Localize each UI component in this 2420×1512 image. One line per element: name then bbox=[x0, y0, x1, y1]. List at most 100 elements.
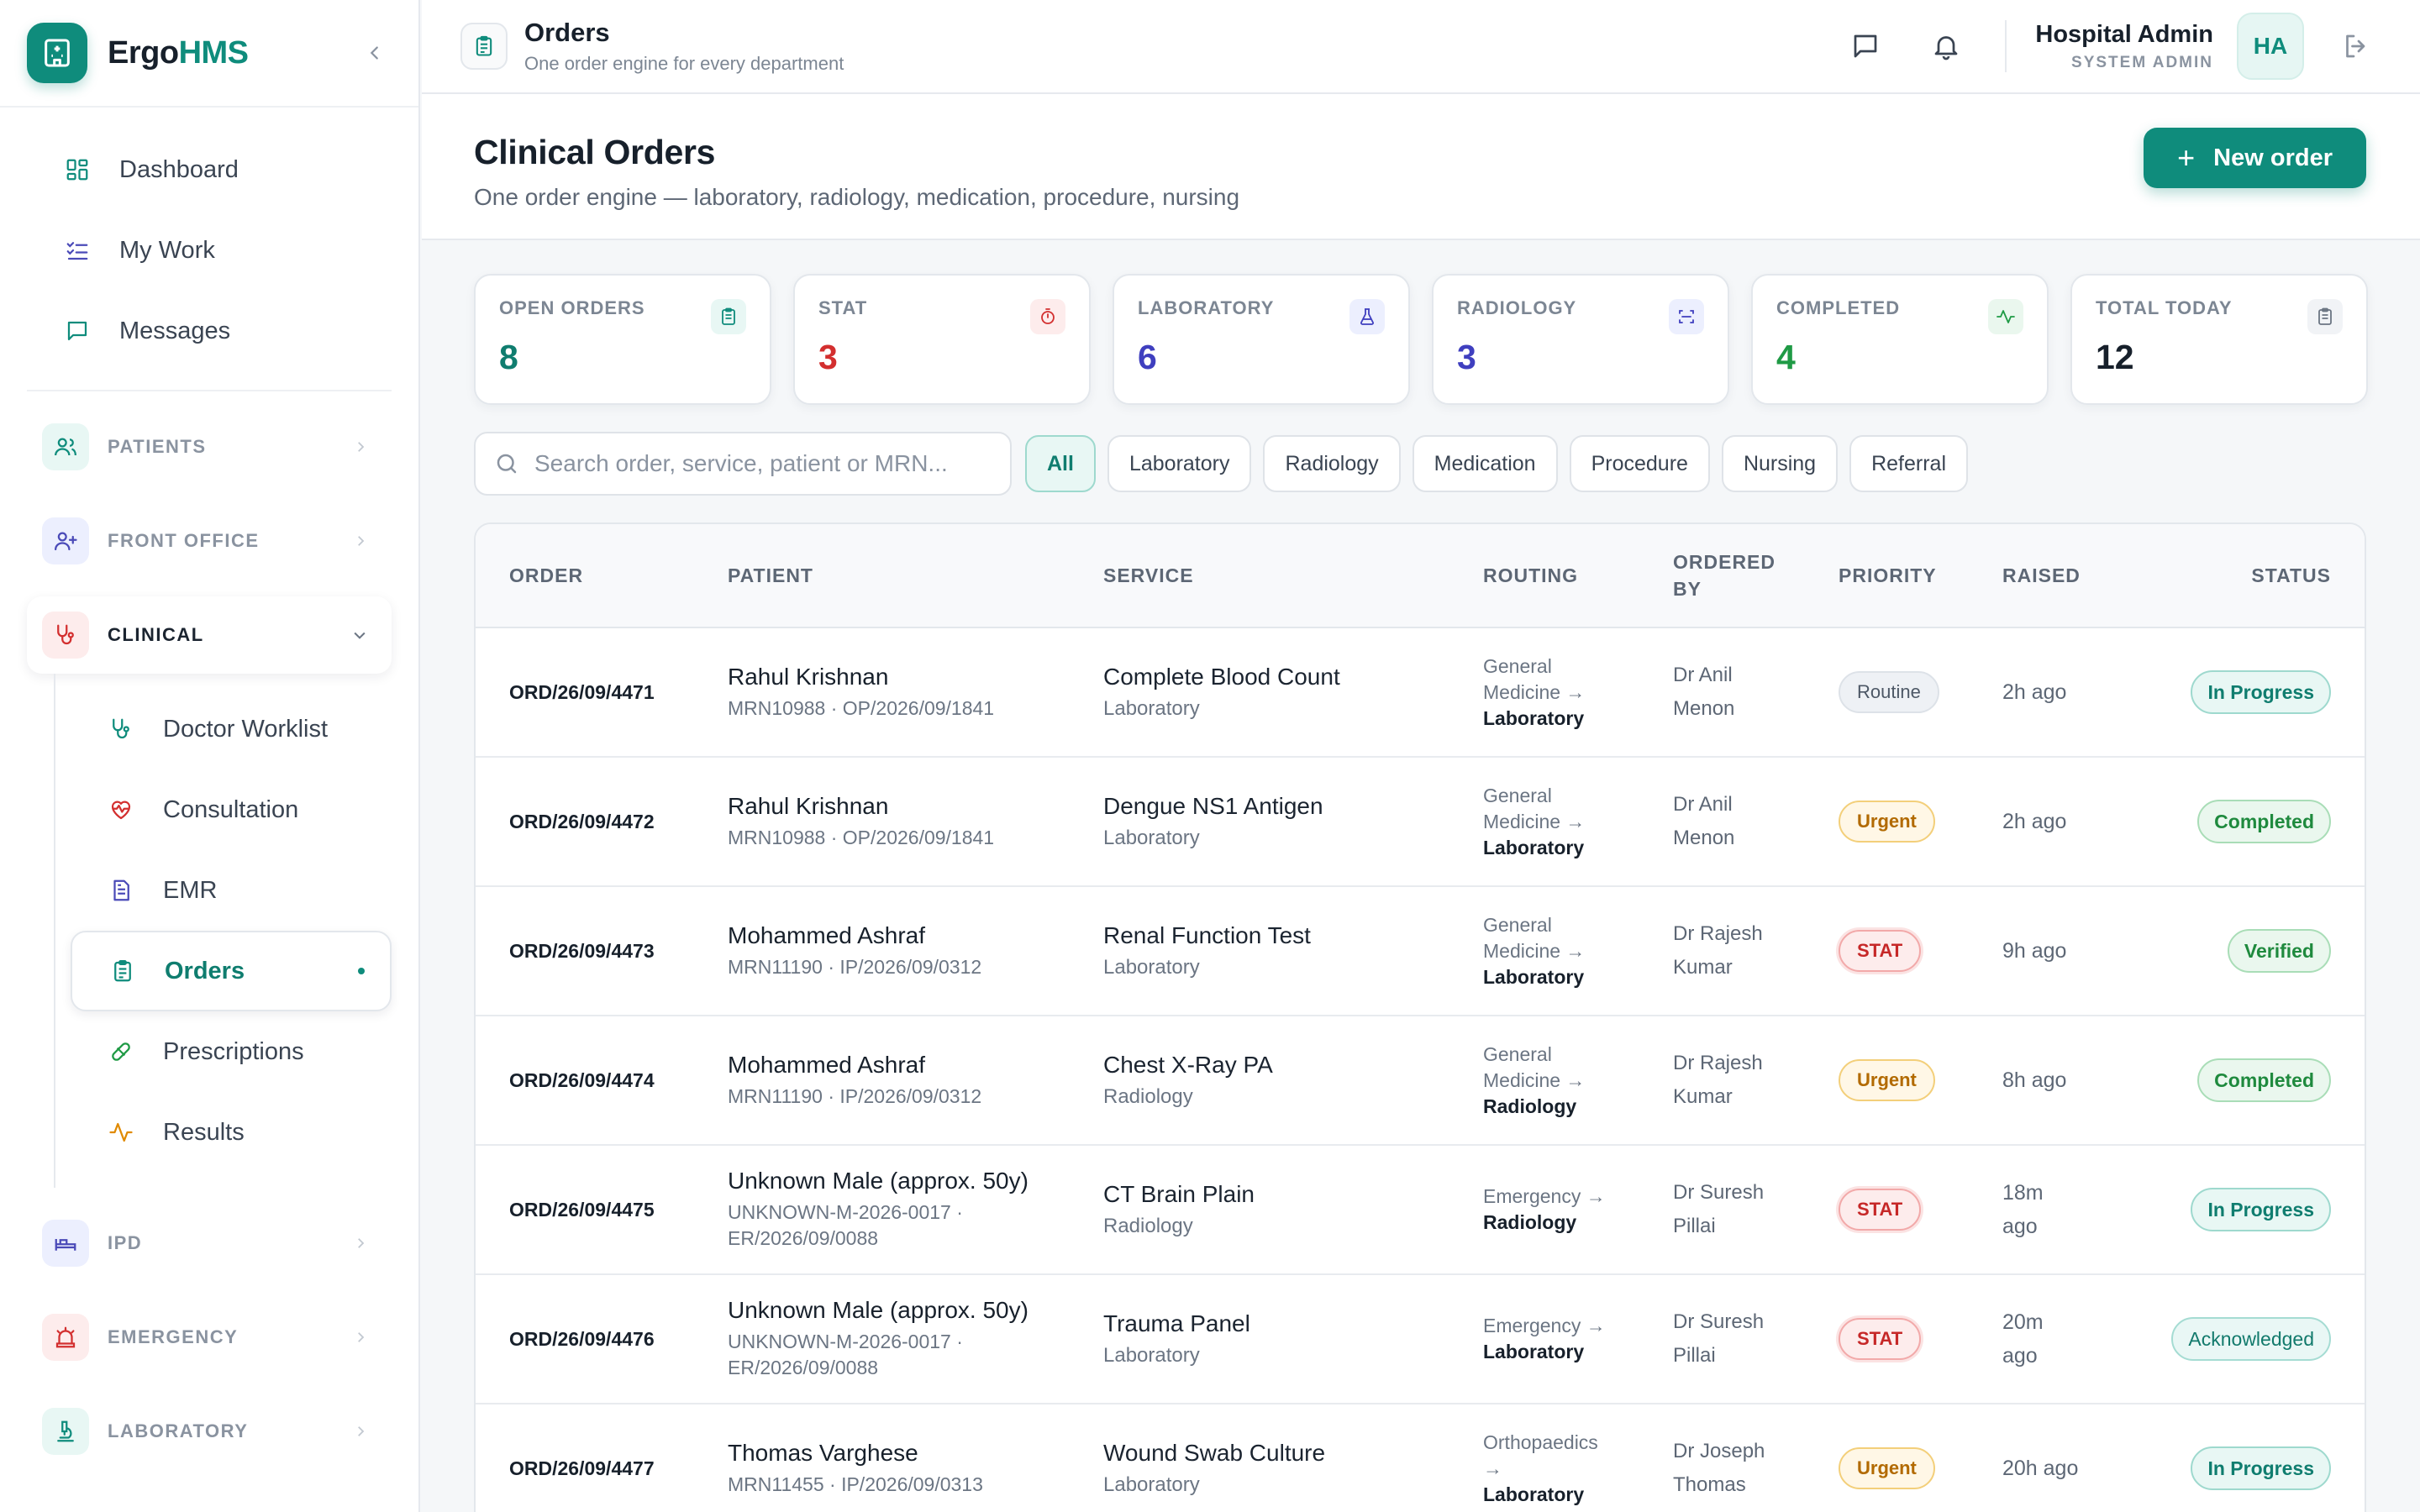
routing-line2: Medicine → bbox=[1483, 680, 1586, 703]
patient-name[interactable]: Rahul Krishnan bbox=[728, 793, 1103, 820]
sidebar-group-emergency-header[interactable]: EMERGENCY bbox=[27, 1299, 392, 1376]
patient-name[interactable]: Unknown Male (approx. 50y) bbox=[728, 1168, 1103, 1194]
col-order[interactable]: ORDER bbox=[476, 564, 728, 587]
routing-target: Laboratory bbox=[1483, 965, 1585, 988]
avatar[interactable]: HA bbox=[2237, 13, 2304, 80]
patient-name[interactable]: Mohammed Ashraf bbox=[728, 1052, 1103, 1079]
ordered-by-line1: Dr Rajesh bbox=[1673, 1052, 1763, 1074]
search-box bbox=[474, 432, 1012, 496]
stat-card-open-orders[interactable]: OPEN ORDERS 8 bbox=[474, 274, 771, 405]
table-row[interactable]: ORD/26/09/4473 Mohammed Ashraf MRN11190 · … bbox=[476, 887, 2365, 1016]
table-row[interactable]: ORD/26/09/4476 Unknown Male (approx. 50y)… bbox=[476, 1275, 2365, 1404]
sidebar-item-label: Results bbox=[163, 1118, 245, 1146]
patient-name[interactable]: Thomas Varghese bbox=[728, 1440, 1103, 1467]
patient-name[interactable]: Rahul Krishnan bbox=[728, 664, 1103, 690]
search-input[interactable] bbox=[534, 450, 971, 477]
patient-name[interactable]: Unknown Male (approx. 50y) bbox=[728, 1297, 1103, 1324]
routing: General Medicine → Laboratory bbox=[1483, 783, 1673, 861]
sidebar-item-orders[interactable]: Orders bbox=[71, 931, 392, 1011]
order-id[interactable]: ORD/26/09/4475 bbox=[509, 1199, 728, 1221]
notifications-button[interactable] bbox=[1923, 23, 1970, 70]
group-label: EMERGENCY bbox=[108, 1326, 239, 1347]
filter-chip-nursing[interactable]: Nursing bbox=[1721, 435, 1839, 492]
ordered-by-line2: Menon bbox=[1673, 697, 1735, 720]
messages-button[interactable] bbox=[1842, 23, 1889, 70]
status-badge[interactable]: Completed bbox=[2197, 1058, 2331, 1102]
raised-line1: 8h ago bbox=[2002, 1068, 2067, 1092]
activity-icon bbox=[1988, 299, 2023, 334]
col-priority[interactable]: PRIORITY bbox=[1839, 564, 2002, 587]
col-ordered-by[interactable]: ORDERED BY bbox=[1673, 549, 1839, 602]
stat-card-completed[interactable]: COMPLETED 4 bbox=[1751, 274, 2049, 405]
table-row[interactable]: ORD/26/09/4477 Thomas Varghese MRN11455 · … bbox=[476, 1404, 2365, 1512]
routing-target: Laboratory bbox=[1483, 836, 1585, 858]
heart-pulse-icon bbox=[106, 795, 136, 825]
filter-chip-laboratory[interactable]: Laboratory bbox=[1107, 435, 1252, 492]
ordered-by: Dr Rajesh Kumar bbox=[1673, 917, 1839, 984]
routing-line2: → bbox=[1483, 1457, 1502, 1479]
sidebar-item-my-work[interactable]: My Work bbox=[27, 210, 392, 291]
stat-card-radiology[interactable]: RADIOLOGY 3 bbox=[1432, 274, 1729, 405]
col-raised[interactable]: RAISED bbox=[2002, 564, 2149, 587]
order-id[interactable]: ORD/26/09/4474 bbox=[509, 1069, 728, 1092]
status-badge[interactable]: In Progress bbox=[2191, 1188, 2331, 1231]
sidebar-item-prescriptions[interactable]: Prescriptions bbox=[71, 1011, 392, 1092]
routing-line1: General bbox=[1483, 1042, 1552, 1065]
status-badge[interactable]: Verified bbox=[2227, 929, 2331, 973]
sidebar-group-patients-header[interactable]: PATIENTS bbox=[27, 408, 392, 486]
order-id[interactable]: ORD/26/09/4476 bbox=[509, 1328, 728, 1351]
raised-time: 8h ago bbox=[2002, 1063, 2149, 1097]
sidebar-item-emr[interactable]: EMR bbox=[71, 850, 392, 931]
filter-chip-radiology[interactable]: Radiology bbox=[1263, 435, 1401, 492]
stat-label: COMPLETED bbox=[1776, 297, 1901, 318]
stat-label: TOTAL TODAY bbox=[2096, 297, 2233, 318]
patient-name[interactable]: Mohammed Ashraf bbox=[728, 922, 1103, 949]
group-label: FRONT OFFICE bbox=[108, 530, 260, 551]
filter-chip-procedure[interactable]: Procedure bbox=[1569, 435, 1710, 492]
table-row[interactable]: ORD/26/09/4472 Rahul Krishnan MRN10988 · O… bbox=[476, 758, 2365, 887]
filter-chip-medication[interactable]: Medication bbox=[1412, 435, 1558, 492]
stat-value: 6 bbox=[1138, 338, 1157, 376]
col-service[interactable]: SERVICE bbox=[1103, 564, 1483, 587]
sidebar-group-front-office-header[interactable]: FRONT OFFICE bbox=[27, 502, 392, 580]
new-order-button[interactable]: + New order bbox=[2144, 128, 2366, 188]
order-id[interactable]: ORD/26/09/4471 bbox=[509, 681, 728, 704]
routing-line1: Orthopaedics bbox=[1483, 1431, 1598, 1453]
service-category: Radiology bbox=[1103, 1085, 1193, 1108]
raised-time: 9h ago bbox=[2002, 934, 2149, 968]
sidebar-item-messages[interactable]: Messages bbox=[27, 291, 392, 371]
status-badge[interactable]: In Progress bbox=[2191, 670, 2331, 714]
stat-card-stat[interactable]: STAT 3 bbox=[793, 274, 1091, 405]
filter-chip-all[interactable]: All bbox=[1025, 435, 1096, 492]
top-bar-title: Orders bbox=[524, 18, 610, 47]
status-badge[interactable]: Completed bbox=[2197, 800, 2331, 843]
table-row[interactable]: ORD/26/09/4471 Rahul Krishnan MRN10988 · O… bbox=[476, 628, 2365, 758]
logout-button[interactable] bbox=[2333, 23, 2380, 70]
collapse-sidebar-button[interactable] bbox=[358, 36, 392, 70]
sidebar-group-clinical-header[interactable]: CLINICAL bbox=[27, 596, 392, 674]
order-id[interactable]: ORD/26/09/4473 bbox=[509, 940, 728, 963]
filter-chip-referral[interactable]: Referral bbox=[1849, 435, 1969, 492]
orders-table: ORDER PATIENT SERVICE ROUTING ORDERED BY… bbox=[474, 522, 2366, 1512]
sidebar-group-ipd-header[interactable]: IPD bbox=[27, 1205, 392, 1282]
raised-line1: 20h ago bbox=[2002, 1457, 2079, 1480]
col-status[interactable]: STATUS bbox=[2149, 564, 2365, 587]
status-badge[interactable]: In Progress bbox=[2191, 1446, 2331, 1490]
stat-card-total-today[interactable]: TOTAL TODAY 12 bbox=[2070, 274, 2368, 405]
table-row[interactable]: ORD/26/09/4475 Unknown Male (approx. 50y)… bbox=[476, 1146, 2365, 1275]
table-row[interactable]: ORD/26/09/4474 Mohammed Ashraf MRN11190 · … bbox=[476, 1016, 2365, 1146]
sidebar-group-laboratory-header[interactable]: LABORATORY bbox=[27, 1393, 392, 1470]
col-routing[interactable]: ROUTING bbox=[1483, 564, 1673, 587]
order-id[interactable]: ORD/26/09/4472 bbox=[509, 811, 728, 833]
patient-meta-line1: MRN10988 · OP/2026/09/1841 bbox=[728, 696, 995, 719]
sidebar-item-consultation[interactable]: Consultation bbox=[71, 769, 392, 850]
order-id[interactable]: ORD/26/09/4477 bbox=[509, 1457, 728, 1480]
sidebar-item-results[interactable]: Results bbox=[71, 1092, 392, 1173]
col-ordered-by-line1: ORDERED bbox=[1673, 551, 1776, 573]
col-patient[interactable]: PATIENT bbox=[728, 564, 1103, 587]
sidebar-item-dashboard[interactable]: Dashboard bbox=[27, 129, 392, 210]
sidebar-item-doctor-worklist[interactable]: Doctor Worklist bbox=[71, 689, 392, 769]
stat-card-laboratory[interactable]: LABORATORY 6 bbox=[1113, 274, 1410, 405]
status-badge[interactable]: Acknowledged bbox=[2171, 1317, 2331, 1361]
routing-line2: Medicine → bbox=[1483, 939, 1586, 962]
